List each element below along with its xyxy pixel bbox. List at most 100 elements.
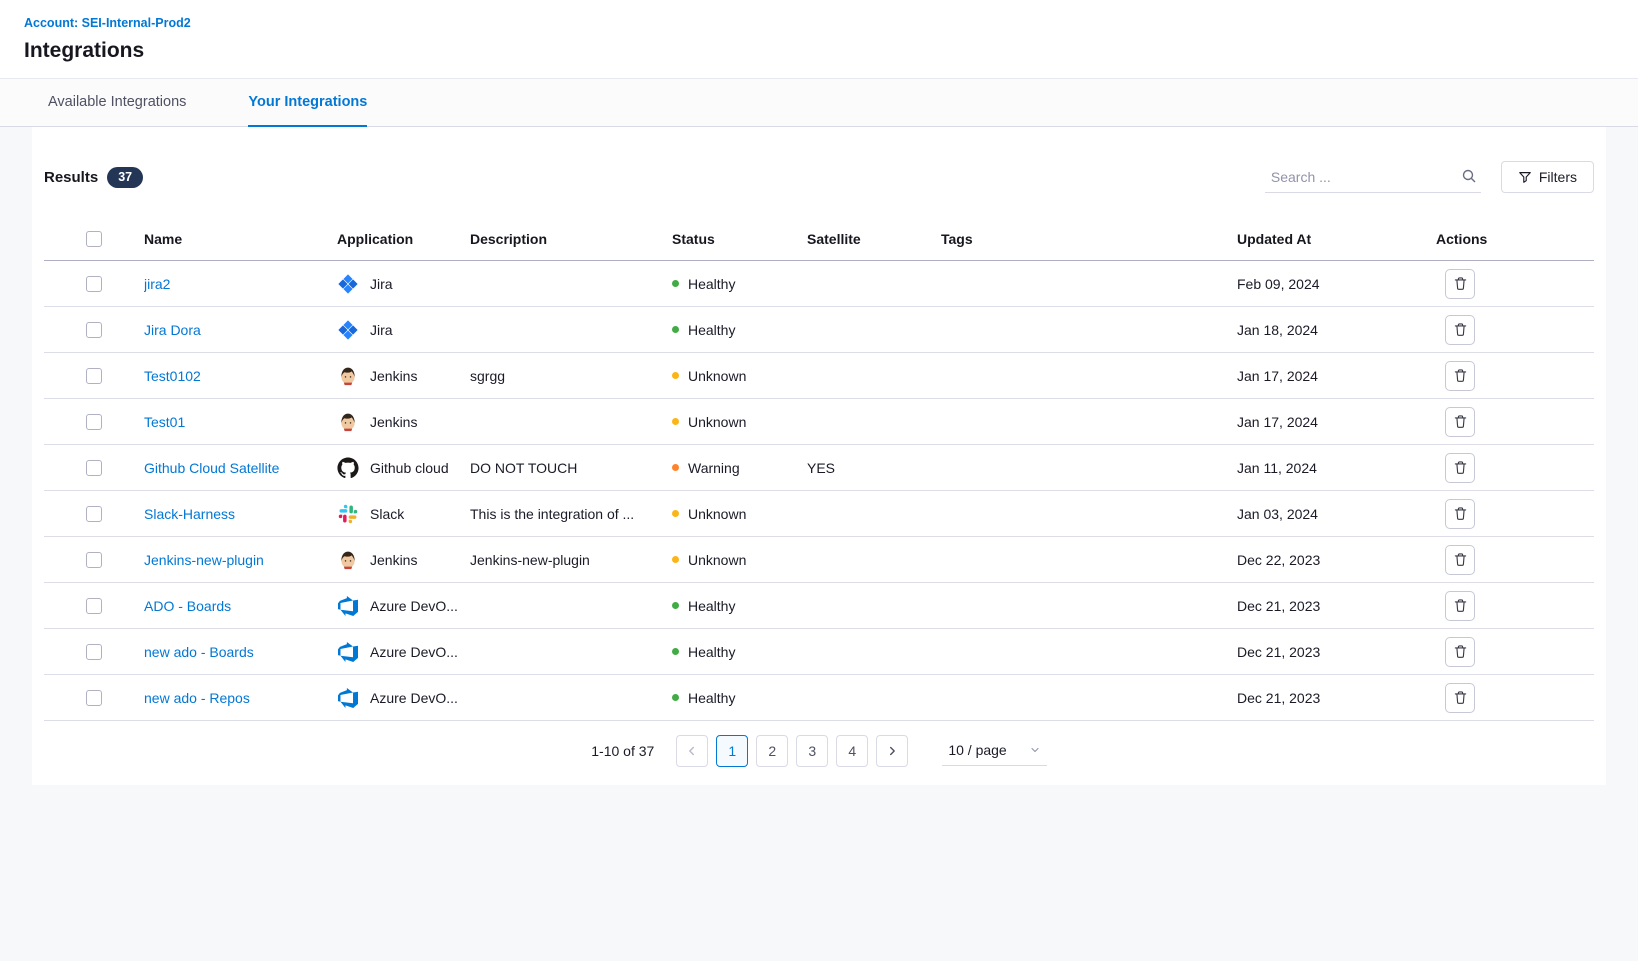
next-page-button[interactable]	[876, 735, 908, 767]
page-size-select[interactable]: 10 / page	[942, 736, 1046, 766]
row-checkbox[interactable]	[86, 506, 102, 522]
integration-name-link[interactable]: Github Cloud Satellite	[144, 460, 279, 476]
application-cell: Azure DevO...	[337, 595, 470, 617]
application-label: Jenkins	[370, 552, 417, 568]
name-cell: Github Cloud Satellite	[144, 460, 337, 476]
integration-name-link[interactable]: Test01	[144, 414, 185, 430]
toolbar-right: Filters	[1265, 161, 1594, 193]
table-row: Jenkins-new-plugin Jenkins Jenkins-new-p…	[44, 537, 1594, 583]
row-checkbox[interactable]	[86, 368, 102, 384]
status-dot	[672, 464, 679, 471]
integration-name-link[interactable]: ADO - Boards	[144, 598, 231, 614]
application-label: Jenkins	[370, 368, 417, 384]
page-number-button[interactable]: 4	[836, 735, 868, 767]
tab-available-integrations[interactable]: Available Integrations	[48, 79, 186, 127]
row-select-cell	[44, 276, 144, 292]
status-label: Warning	[688, 460, 740, 476]
azure-devops-icon	[337, 687, 359, 709]
row-checkbox[interactable]	[86, 552, 102, 568]
delete-button[interactable]	[1445, 591, 1475, 621]
table-row: Github Cloud Satellite Github cloud DO N…	[44, 445, 1594, 491]
delete-button[interactable]	[1445, 683, 1475, 713]
table-row: Test01 Jenkins Unknown Jan 17, 2024	[44, 399, 1594, 445]
slack-icon	[337, 503, 359, 525]
updated-at-value: Dec 22, 2023	[1237, 552, 1436, 568]
row-checkbox[interactable]	[86, 414, 102, 430]
status-cell: Healthy	[672, 598, 807, 614]
trash-icon	[1453, 552, 1468, 567]
status-label: Healthy	[688, 598, 735, 614]
integration-name-link[interactable]: jira2	[144, 276, 170, 292]
delete-button[interactable]	[1445, 361, 1475, 391]
account-breadcrumb[interactable]: Account: SEI-Internal-Prod2	[24, 16, 191, 30]
status-cell: Healthy	[672, 644, 807, 660]
name-cell: jira2	[144, 276, 337, 292]
prev-page-button[interactable]	[676, 735, 708, 767]
integration-name-link[interactable]: Slack-Harness	[144, 506, 235, 522]
application-cell: Jenkins	[337, 549, 470, 571]
select-all-cell	[44, 231, 144, 247]
row-checkbox[interactable]	[86, 322, 102, 338]
updated-at-value: Jan 03, 2024	[1237, 506, 1436, 522]
row-checkbox[interactable]	[86, 598, 102, 614]
tab-your-integrations[interactable]: Your Integrations	[248, 79, 367, 127]
status-cell: Unknown	[672, 368, 807, 384]
application-label: Azure DevO...	[370, 690, 458, 706]
jenkins-icon	[337, 411, 359, 433]
row-select-cell	[44, 460, 144, 476]
page-number-button[interactable]: 1	[716, 735, 748, 767]
row-checkbox[interactable]	[86, 644, 102, 660]
row-checkbox[interactable]	[86, 276, 102, 292]
page-number-button[interactable]: 3	[796, 735, 828, 767]
select-all-checkbox[interactable]	[86, 231, 102, 247]
row-checkbox[interactable]	[86, 690, 102, 706]
results-label: Results	[44, 169, 98, 186]
status-label: Unknown	[688, 552, 746, 568]
status-dot	[672, 372, 679, 379]
integration-name-link[interactable]: Jira Dora	[144, 322, 201, 338]
name-cell: Slack-Harness	[144, 506, 337, 522]
jira-icon	[337, 319, 359, 341]
trash-icon	[1453, 598, 1468, 613]
description-text: sgrgg	[470, 368, 672, 384]
pagination-range: 1-10 of 37	[591, 743, 654, 759]
column-header-description: Description	[470, 231, 672, 247]
delete-button[interactable]	[1445, 407, 1475, 437]
application-label: Azure DevO...	[370, 598, 458, 614]
application-cell: Slack	[337, 503, 470, 525]
table-row: jira2 Jira Healthy Feb 09, 2024	[44, 261, 1594, 307]
integration-name-link[interactable]: new ado - Boards	[144, 644, 254, 660]
row-select-cell	[44, 368, 144, 384]
status-cell: Unknown	[672, 506, 807, 522]
integration-name-link[interactable]: new ado - Repos	[144, 690, 250, 706]
description-text: This is the integration of ...	[470, 506, 672, 522]
delete-button[interactable]	[1445, 315, 1475, 345]
row-checkbox[interactable]	[86, 460, 102, 476]
trash-icon	[1453, 690, 1468, 705]
delete-button[interactable]	[1445, 637, 1475, 667]
search-input[interactable]	[1265, 162, 1481, 193]
filters-button[interactable]: Filters	[1501, 161, 1594, 193]
search-box	[1265, 162, 1481, 193]
name-cell: new ado - Repos	[144, 690, 337, 706]
delete-button[interactable]	[1445, 499, 1475, 529]
page-number-button[interactable]: 2	[756, 735, 788, 767]
actions-cell	[1436, 361, 1594, 391]
delete-button[interactable]	[1445, 545, 1475, 575]
updated-at-value: Jan 18, 2024	[1237, 322, 1436, 338]
row-select-cell	[44, 322, 144, 338]
page-size-label: 10 / page	[948, 742, 1006, 758]
jenkins-icon	[337, 549, 359, 571]
delete-button[interactable]	[1445, 453, 1475, 483]
column-header-status: Status	[672, 231, 807, 247]
row-select-cell	[44, 552, 144, 568]
status-dot	[672, 556, 679, 563]
status-label: Unknown	[688, 368, 746, 384]
application-cell: Jenkins	[337, 365, 470, 387]
integration-name-link[interactable]: Jenkins-new-plugin	[144, 552, 264, 568]
row-select-cell	[44, 644, 144, 660]
updated-at-value: Dec 21, 2023	[1237, 690, 1436, 706]
integration-name-link[interactable]: Test0102	[144, 368, 201, 384]
updated-at-value: Dec 21, 2023	[1237, 598, 1436, 614]
delete-button[interactable]	[1445, 269, 1475, 299]
